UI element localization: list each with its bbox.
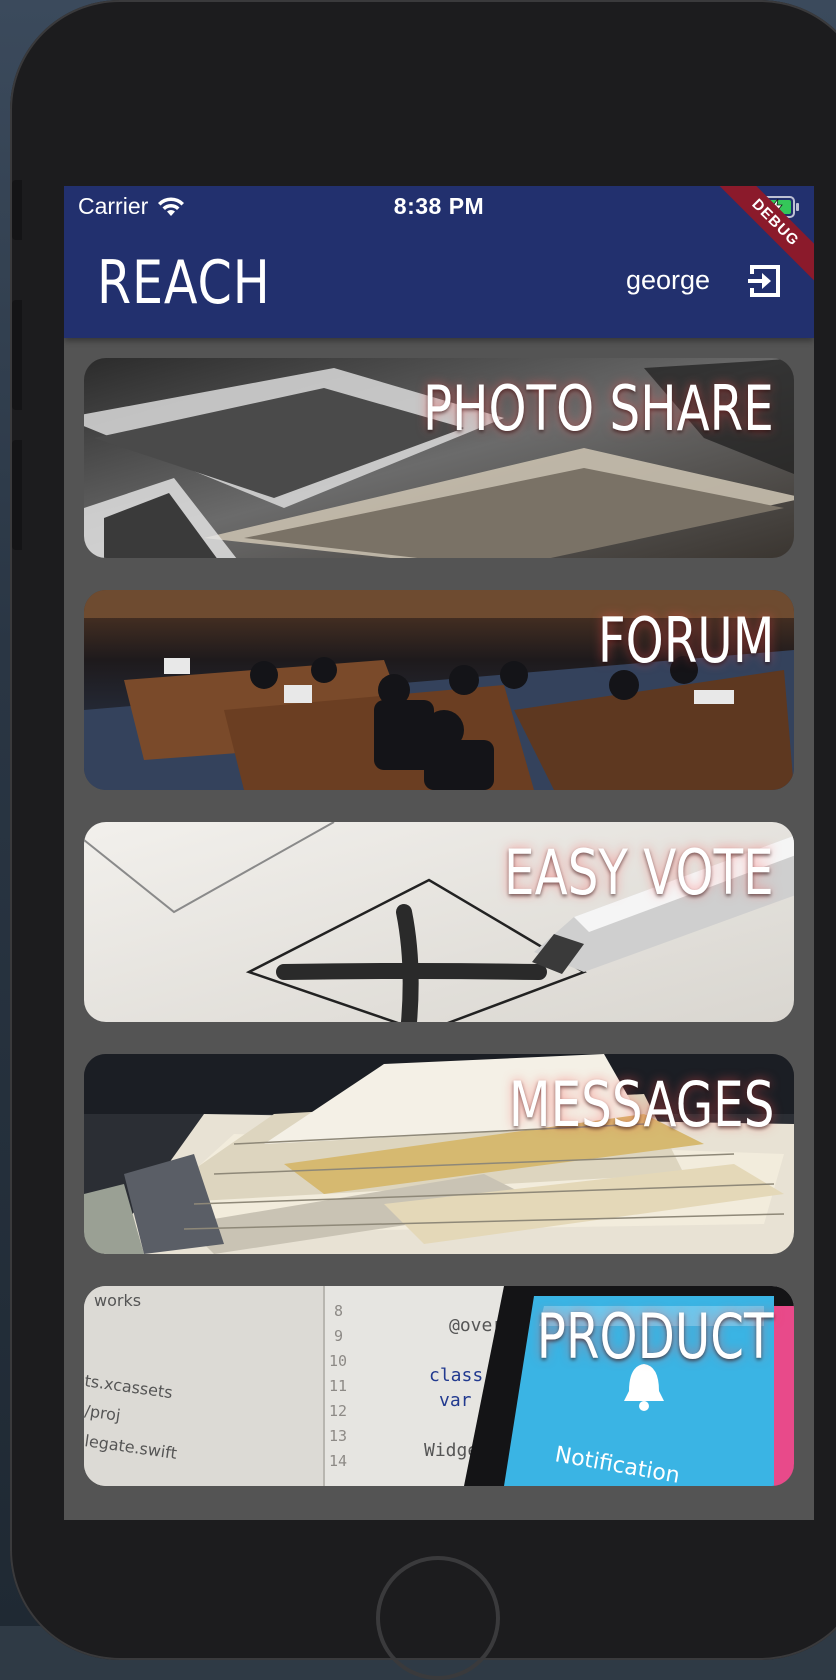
username-label: george [626,265,711,295]
svg-text:13: 13 [329,1427,347,1445]
tile-label: PRODUCT [537,1300,774,1373]
svg-text:10: 10 [329,1352,347,1370]
feature-tile-list: PHOTO SHARE FORUM EASY VOTE MESSAGES 8 9… [84,358,794,1518]
svg-text:11: 11 [329,1377,347,1395]
logout-icon[interactable] [746,262,784,300]
app-bar: Carrier 8:38 PM DEBUG REACH george [64,186,814,338]
tile-forum[interactable]: FORUM [84,590,794,790]
tile-label: FORUM [597,604,774,677]
svg-text:works: works [94,1291,141,1310]
mute-switch [12,180,22,240]
status-time: 8:38 PM [393,193,485,219]
tile-messages[interactable]: MESSAGES [84,1054,794,1254]
tile-easy-vote[interactable]: EASY VOTE [84,822,794,1022]
svg-text:9: 9 [334,1327,343,1345]
home-button[interactable] [376,1556,500,1680]
app-title: REACH [97,248,271,318]
tile-product[interactable]: 89 10 11 12 13 14 works ts.xcassets /proj … [84,1286,794,1486]
svg-text:8: 8 [334,1302,343,1320]
volume-up-button [12,300,22,410]
tile-label: PHOTO SHARE [423,372,774,445]
svg-text:12: 12 [329,1402,347,1420]
volume-down-button [12,440,22,550]
app-screen: Carrier 8:38 PM DEBUG REACH george PHOTO… [64,186,814,1520]
svg-text:14: 14 [329,1452,347,1470]
tile-label: MESSAGES [508,1068,774,1141]
tile-photo-share[interactable]: PHOTO SHARE [84,358,794,558]
status-bar: Carrier 8:38 PM [64,186,814,226]
tile-label: EASY VOTE [504,836,774,909]
